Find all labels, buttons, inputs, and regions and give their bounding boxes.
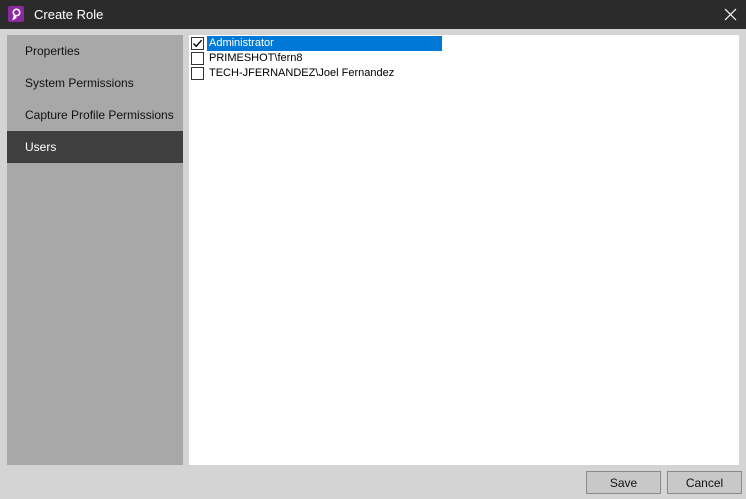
sidebar-item-label: Capture Profile Permissions [25,108,174,122]
user-label[interactable]: PRIMESHOT\fern8 [207,51,305,66]
sidebar-nav: Properties System Permissions Capture Pr… [7,35,183,465]
user-label[interactable]: TECH-JFERNANDEZ\Joel Fernandez [207,66,396,81]
sidebar-item-system-permissions[interactable]: System Permissions [7,67,183,99]
create-role-dialog: Create Role Properties System Permission… [0,0,746,499]
sidebar-item-users[interactable]: Users [7,131,183,163]
sidebar-item-label: Properties [25,44,80,58]
close-button[interactable] [716,0,746,29]
cancel-button[interactable]: Cancel [667,471,742,494]
list-item: TECH-JFERNANDEZ\Joel Fernandez [190,66,444,81]
title-bar[interactable]: Create Role [0,0,746,29]
user-label[interactable]: Administrator [207,36,442,51]
list-item: PRIMESHOT\fern8 [190,51,444,66]
window-title: Create Role [34,7,104,22]
users-list: Administrator PRIMESHOT\fern8 TECH-JFERN… [189,35,739,465]
sidebar-item-label: Users [25,140,57,154]
user-checkbox-administrator[interactable] [191,37,204,50]
user-checkbox-fern8[interactable] [191,52,204,65]
save-button[interactable]: Save [586,471,661,494]
app-logo-icon [8,6,24,22]
close-icon [724,8,737,21]
checkmark-icon [192,39,203,48]
sidebar-item-label: System Permissions [25,76,134,90]
user-checkbox-joel-fernandez[interactable] [191,67,204,80]
sidebar-item-properties[interactable]: Properties [7,35,183,67]
list-item: Administrator [190,36,444,51]
sidebar-item-capture-profile-permissions[interactable]: Capture Profile Permissions [7,99,183,131]
